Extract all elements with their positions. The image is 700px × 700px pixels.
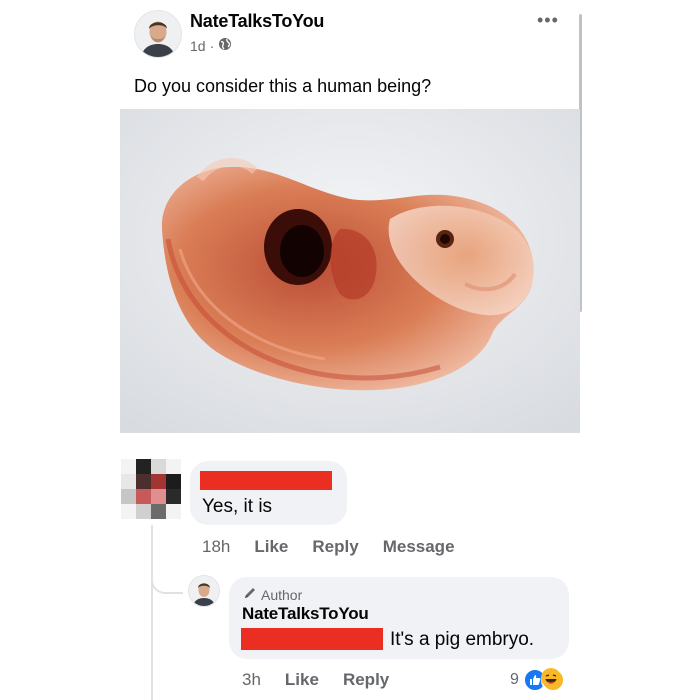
comment-time[interactable]: 18h	[202, 537, 230, 557]
pencil-icon	[243, 586, 257, 603]
ellipsis-icon[interactable]: •••	[537, 10, 559, 31]
comment-message-button[interactable]: Message	[383, 537, 455, 557]
comment-reply-button[interactable]: Reply	[312, 537, 358, 557]
reaction-summary[interactable]: 9	[510, 668, 565, 692]
redacted-mention	[241, 628, 383, 650]
globe-icon	[218, 37, 232, 54]
reply-actions: 3h Like Reply	[242, 670, 389, 690]
redacted-commenter-name	[200, 471, 332, 490]
comment-actions: 18h Like Reply Message	[202, 537, 455, 557]
reaction-count: 9	[510, 671, 519, 688]
thread-line	[151, 525, 153, 700]
post-time[interactable]: 1d	[190, 38, 206, 54]
reply-time[interactable]: 3h	[242, 670, 261, 690]
meta-separator: ·	[209, 37, 215, 54]
post-text: Do you consider this a human being?	[134, 76, 432, 96]
author-badge-label: Author	[261, 586, 303, 603]
thread-connector	[151, 574, 183, 594]
author-avatar[interactable]	[134, 10, 182, 58]
haha-icon	[540, 668, 565, 692]
comment-like-button[interactable]: Like	[254, 537, 288, 557]
post-image[interactable]	[120, 109, 580, 433]
post-author-name[interactable]: NateTalksToYou	[190, 11, 324, 32]
post-meta: 1d ·	[190, 37, 232, 54]
author-badge: Author	[243, 586, 302, 603]
reply-author-name[interactable]: NateTalksToYou	[242, 604, 369, 624]
reply-reply-button[interactable]: Reply	[343, 670, 389, 690]
reply-author-avatar[interactable]	[188, 575, 220, 607]
reply-like-button[interactable]: Like	[285, 670, 319, 690]
commenter-avatar-pixelated[interactable]	[121, 459, 181, 519]
comment-text: Yes, it is	[202, 496, 273, 517]
reply-text: It's a pig embryo.	[390, 629, 535, 650]
